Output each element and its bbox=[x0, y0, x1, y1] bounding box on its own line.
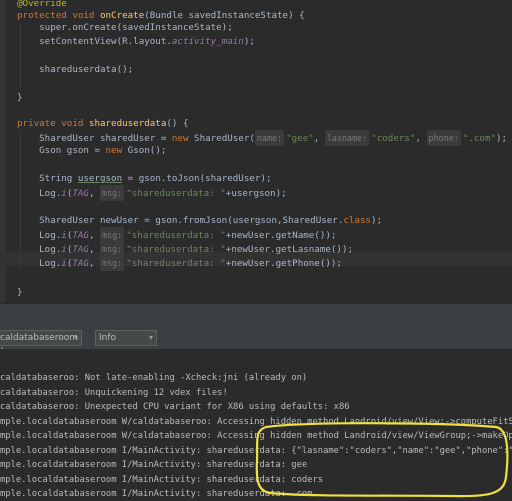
parameter-hint: lasname: bbox=[324, 130, 370, 146]
code-token: String bbox=[17, 173, 78, 184]
log-line: mple.localdatabaseroom W/caldatabaseroo:… bbox=[0, 416, 512, 427]
code-token: , bbox=[88, 258, 101, 269]
code-token: class bbox=[343, 215, 372, 226]
code-token: +newUser.getName()); bbox=[225, 230, 337, 241]
code-token: , bbox=[415, 133, 427, 144]
code-token: +newUser.getPhone()); bbox=[225, 258, 342, 269]
code-token: Log. bbox=[17, 258, 62, 269]
code-token: SharedUser newUser = gson.fromJson(userg… bbox=[17, 215, 344, 226]
code-token: Gson gson = bbox=[17, 145, 106, 156]
code-token: } bbox=[17, 287, 23, 298]
panel-divider[interactable] bbox=[0, 303, 512, 328]
code-token: new bbox=[105, 145, 128, 156]
code-token: = gson.toJson(sharedUser); bbox=[122, 173, 272, 184]
log-level-dropdown[interactable]: Info ▾ bbox=[95, 330, 157, 346]
log-line: mple.localdatabaseroom W/caldatabaseroo:… bbox=[0, 431, 512, 441]
code-token: Log. bbox=[17, 188, 62, 199]
code-token: TAG bbox=[72, 258, 89, 269]
code-token: "shareduserdata: " bbox=[126, 188, 226, 199]
code-token: () { bbox=[166, 118, 189, 129]
code-token: +newUser.getLasname()); bbox=[225, 244, 354, 255]
code-token: TAG bbox=[72, 230, 89, 241]
code-token: .onCreate(savedInstanceState); bbox=[66, 22, 233, 33]
chevron-down-icon: ▾ bbox=[73, 333, 78, 342]
code-token: ); bbox=[243, 36, 255, 47]
log-line: caldatabaseroo: Not late-enabling -Xchec… bbox=[0, 373, 308, 383]
log-line: mple.localdatabaseroom I/MainActivity: s… bbox=[0, 489, 313, 499]
code-token: } bbox=[17, 92, 23, 103]
code-token: activity_main bbox=[171, 36, 244, 47]
code-line: Log.i(TAG, msg: "shareduserdata: "+newUse… bbox=[17, 255, 342, 271]
code-token: TAG bbox=[72, 244, 89, 255]
log-line: mple.localdatabaseroom I/MainActivity: s… bbox=[0, 460, 308, 470]
log-line: caldatabaseroo: Unquickening 12 vdex fil… bbox=[0, 387, 228, 398]
code-token: setContentView(R.layout. bbox=[17, 36, 172, 47]
code-editor[interactable]: @Override protected void onCreate(Bundle … bbox=[0, 0, 512, 303]
code-token: , bbox=[88, 188, 101, 199]
code-token: , bbox=[88, 230, 101, 241]
code-line: shareduserdata(); bbox=[17, 62, 133, 78]
code-line: setContentView(R.layout.activity_main); bbox=[17, 34, 255, 50]
code-token: ); bbox=[371, 215, 383, 226]
code-token: shareduserdata(); bbox=[17, 64, 134, 75]
code-token: TAG bbox=[72, 188, 89, 199]
code-line: Gson gson = new Gson(); bbox=[17, 143, 166, 159]
code-token: Log. bbox=[17, 244, 62, 255]
parameter-hint: phone: bbox=[426, 130, 461, 146]
code-token: "gee" bbox=[286, 133, 314, 144]
code-token: Gson(); bbox=[127, 145, 167, 156]
chevron-down-icon: ▾ bbox=[148, 333, 153, 342]
code-token: , bbox=[88, 244, 101, 255]
code-token: , bbox=[313, 133, 325, 144]
process-dropdown[interactable]: caldatabaseroom ( ▾ bbox=[0, 330, 82, 357]
parameter-hint: msg: bbox=[100, 185, 125, 201]
code-line: } bbox=[17, 285, 23, 301]
code-token: "coders" bbox=[371, 133, 416, 144]
code-token: SharedUser( bbox=[194, 133, 255, 144]
code-token: ); bbox=[496, 133, 508, 144]
code-token: usergson bbox=[77, 173, 123, 184]
logcat-toolbar: caldatabaseroom ( ▾ Info ▾ bbox=[0, 327, 512, 357]
code-token: "shareduserdata: " bbox=[126, 244, 226, 255]
log-line: mple.localdatabaseroom I/MainActivity: s… bbox=[0, 474, 324, 485]
parameter-hint: name: bbox=[254, 130, 285, 146]
code-token: +usergson); bbox=[225, 188, 287, 199]
code-token: Log. bbox=[17, 230, 62, 241]
code-line: } bbox=[17, 90, 23, 106]
logcat-output[interactable]: caldatabaseroo: Not late-enabling -Xchec… bbox=[0, 349, 512, 501]
code-line: Log.i(TAG, msg: "shareduserdata: "+usergs… bbox=[17, 185, 287, 201]
code-token: shareduserdata bbox=[88, 118, 167, 129]
log-level-label: Info bbox=[99, 333, 117, 343]
code-token: new bbox=[171, 133, 195, 144]
code-token: private void bbox=[17, 118, 89, 129]
code-token: "shareduserdata: " bbox=[126, 258, 226, 269]
log-line: caldatabaseroo: Unexpected CPU variant f… bbox=[0, 402, 350, 412]
code-token: "shareduserdata: " bbox=[126, 230, 226, 241]
log-line: mple.localdatabaseroom I/MainActivity: s… bbox=[0, 445, 512, 456]
code-token: super bbox=[17, 22, 67, 33]
parameter-hint: msg: bbox=[100, 255, 125, 271]
code-token: ".com" bbox=[462, 133, 497, 144]
